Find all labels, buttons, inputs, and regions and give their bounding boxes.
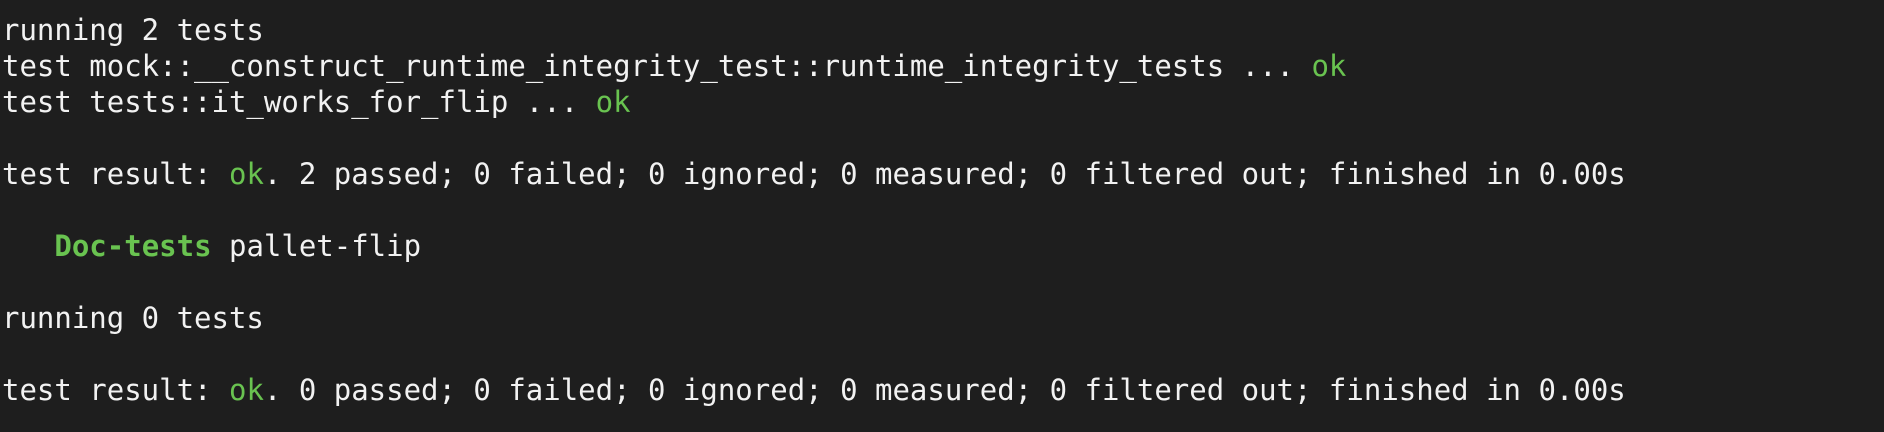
status-ok: ok [228, 373, 264, 407]
line-prefix: test tests::it_works_for_flip ... [2, 85, 596, 119]
terminal-line-running-2: running 2 tests [2, 12, 1884, 48]
terminal-line-test-result-1: test result: ok. 2 passed; 0 failed; 0 i… [2, 156, 1884, 192]
line-prefix: test mock::__construct_runtime_integrity… [2, 49, 1312, 83]
line-text: running 2 tests [2, 13, 264, 47]
status-ok: ok [595, 85, 631, 119]
line-text: running 0 tests [2, 301, 264, 335]
doc-tests-label: Doc-tests [54, 229, 212, 263]
terminal-line-test-result-2: test result: ok. 0 passed; 0 failed; 0 i… [2, 372, 1884, 408]
status-ok: ok [1311, 49, 1347, 83]
terminal-line-test-runtime-integrity: test mock::__construct_runtime_integrity… [2, 48, 1884, 84]
terminal-line-test-flip: test tests::it_works_for_flip ... ok [2, 84, 1884, 120]
terminal-output[interactable]: running 2 tests test mock::__construct_r… [0, 0, 1884, 432]
status-ok: ok [228, 157, 264, 191]
terminal-line-doc-tests: Doc-tests pallet-flip [2, 228, 1884, 264]
line-prefix: test result: [2, 157, 229, 191]
line-prefix: test result: [2, 373, 229, 407]
terminal-line-running-0: running 0 tests [2, 300, 1884, 336]
line-suffix: . 2 passed; 0 failed; 0 ignored; 0 measu… [263, 157, 1626, 191]
line-suffix: . 0 passed; 0 failed; 0 ignored; 0 measu… [263, 373, 1626, 407]
line-suffix: pallet-flip [211, 229, 422, 263]
